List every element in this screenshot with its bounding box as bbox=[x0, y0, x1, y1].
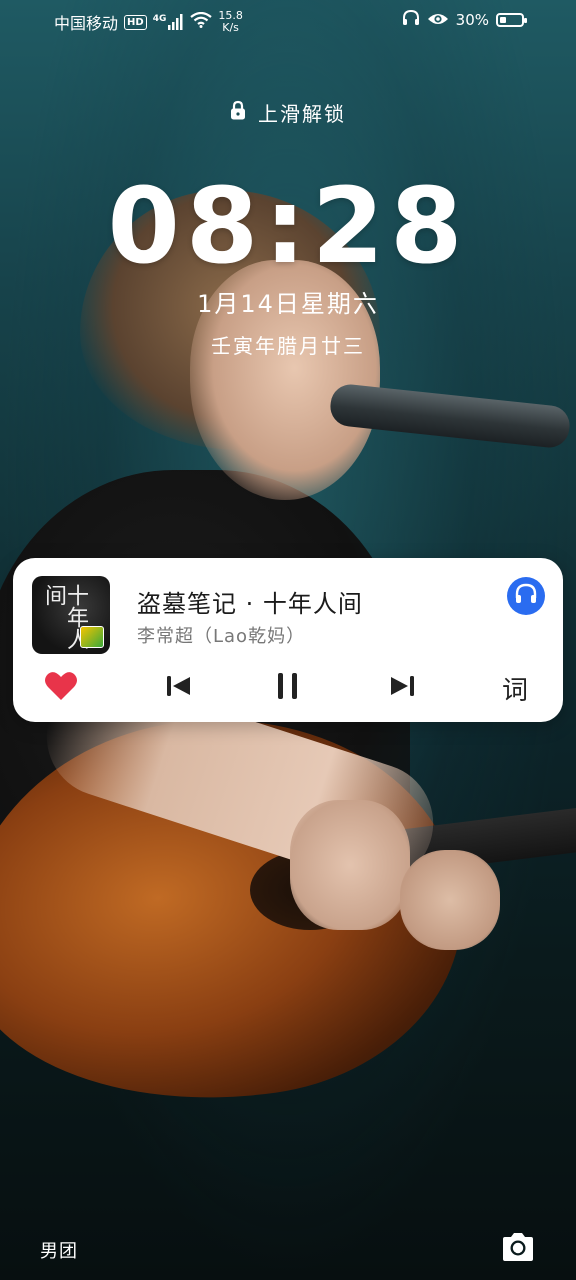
heart-icon bbox=[44, 671, 78, 705]
song-title: 盗墓笔记 · 十年人间 bbox=[137, 590, 363, 618]
signal-icon: 4G bbox=[153, 14, 185, 30]
status-right: 30% bbox=[402, 9, 527, 30]
status-left: 中国移动 HD 4G 15.8 K/s bbox=[54, 10, 243, 34]
like-button[interactable] bbox=[41, 668, 81, 708]
speed-unit: K/s bbox=[222, 21, 239, 34]
wallpaper-guitar-neck bbox=[358, 805, 576, 879]
album-cover[interactable]: 十年人间 bbox=[32, 576, 110, 654]
headphones-icon bbox=[514, 583, 538, 609]
lunar-date-label: 壬寅年腊月廿三 bbox=[211, 334, 365, 358]
wallpaper-hand bbox=[290, 800, 410, 930]
audio-output-button[interactable] bbox=[507, 577, 545, 615]
eye-icon bbox=[427, 11, 449, 30]
date-label: 1月14日星期六 bbox=[197, 290, 379, 318]
wallpaper-guitar bbox=[0, 687, 485, 1133]
camera-button[interactable] bbox=[500, 1232, 536, 1262]
app-badge-icon bbox=[80, 626, 104, 648]
network-type: 4G bbox=[152, 14, 167, 24]
wallpaper-guitar-soundhole bbox=[250, 850, 370, 930]
previous-button[interactable] bbox=[159, 668, 199, 708]
lyrics-button[interactable]: 词 bbox=[495, 668, 535, 708]
battery-percent: 30% bbox=[455, 11, 489, 29]
network-speed: 15.8 K/s bbox=[218, 10, 243, 34]
artist-name: 李常超（Lao乾妈） bbox=[137, 626, 306, 647]
wallpaper-hand-fretting bbox=[400, 850, 500, 950]
next-button[interactable] bbox=[382, 668, 422, 708]
unlock-hint[interactable]: 上滑解锁 bbox=[0, 98, 576, 127]
lock-icon bbox=[230, 100, 246, 125]
battery-icon bbox=[496, 13, 527, 27]
pause-button[interactable] bbox=[268, 668, 308, 708]
status-bar: 中国移动 HD 4G 15.8 K/s 30% bbox=[0, 0, 576, 44]
wallpaper-microphone bbox=[328, 382, 572, 450]
unlock-hint-label: 上滑解锁 bbox=[258, 102, 346, 126]
wifi-icon bbox=[190, 11, 213, 32]
previous-icon bbox=[166, 675, 192, 701]
hd-badge: HD bbox=[124, 14, 147, 30]
headphones-icon bbox=[402, 9, 420, 30]
clock-time: 08:28 bbox=[107, 165, 469, 287]
music-player-card[interactable]: 十年人间 盗墓笔记 · 十年人间 李常超（Lao乾妈） 词 bbox=[13, 558, 563, 722]
camera-icon bbox=[500, 1233, 536, 1266]
playback-controls: 词 bbox=[13, 668, 563, 708]
lockscreen-caption[interactable]: 男团 bbox=[40, 1237, 78, 1263]
carrier-name: 中国移动 bbox=[54, 14, 119, 33]
pause-icon bbox=[276, 672, 300, 704]
next-icon bbox=[389, 675, 415, 701]
